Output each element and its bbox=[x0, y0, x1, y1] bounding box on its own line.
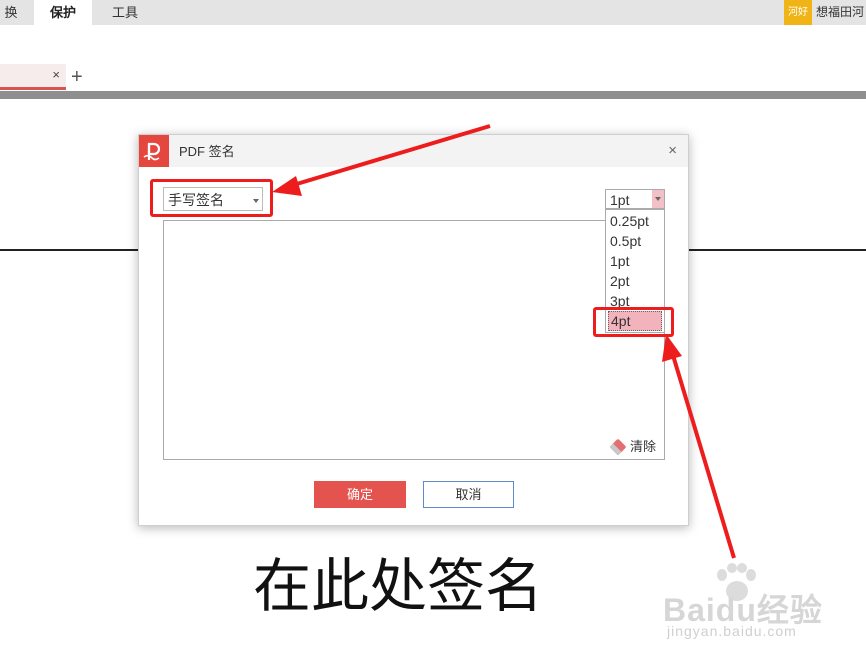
annotation-arrow-to-mode bbox=[272, 124, 491, 196]
app-window: 换 保护 工具 河好 想福田河 × + PDF 签名 × 手写签名 1pt 清除… bbox=[0, 0, 866, 656]
watermark-url: jingyan.baidu.com bbox=[667, 623, 797, 639]
sign-here-caption: 在此处签名 bbox=[253, 552, 544, 620]
baidu-watermark: Baidu经验 jingyan.baidu.com bbox=[663, 563, 823, 643]
annotation-arrow-to-4pt bbox=[662, 334, 736, 559]
